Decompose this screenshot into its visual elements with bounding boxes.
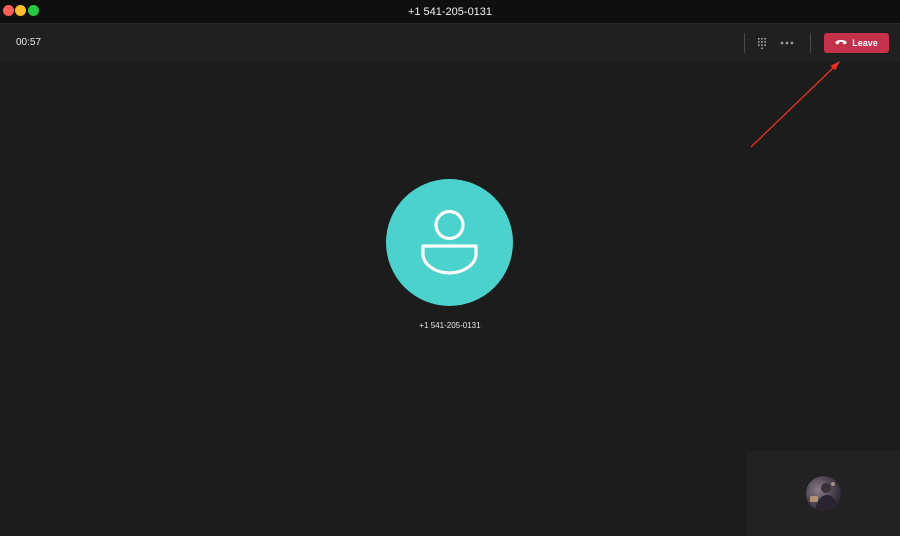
title-bar: +1 541-205-0131 bbox=[0, 0, 900, 24]
toolbar-divider bbox=[744, 33, 745, 53]
caller-name: +1 541-205-0131 bbox=[419, 321, 481, 330]
call-stage: +1 541-205-0131 bbox=[0, 62, 900, 536]
call-window: +1 541-205-0131 00:57 Leave +1 541-205-0… bbox=[0, 0, 900, 536]
more-options-icon bbox=[780, 41, 794, 45]
self-avatar bbox=[806, 476, 841, 511]
caller-avatar bbox=[386, 179, 513, 306]
person-icon bbox=[421, 209, 478, 275]
more-options-button[interactable] bbox=[778, 35, 796, 51]
call-toolbar: 00:57 Leave bbox=[0, 24, 900, 62]
dialpad-icon bbox=[758, 38, 766, 50]
leave-call-button[interactable]: Leave bbox=[824, 33, 889, 53]
call-timer: 00:57 bbox=[16, 37, 42, 48]
window-title: +1 541-205-0131 bbox=[407, 6, 493, 18]
self-video-preview[interactable] bbox=[747, 451, 900, 536]
user-photo-icon bbox=[810, 482, 838, 511]
dialpad-button[interactable] bbox=[754, 35, 770, 51]
toolbar-divider bbox=[810, 33, 811, 53]
hang-up-icon bbox=[835, 40, 847, 45]
leave-button-label: Leave bbox=[852, 38, 878, 48]
